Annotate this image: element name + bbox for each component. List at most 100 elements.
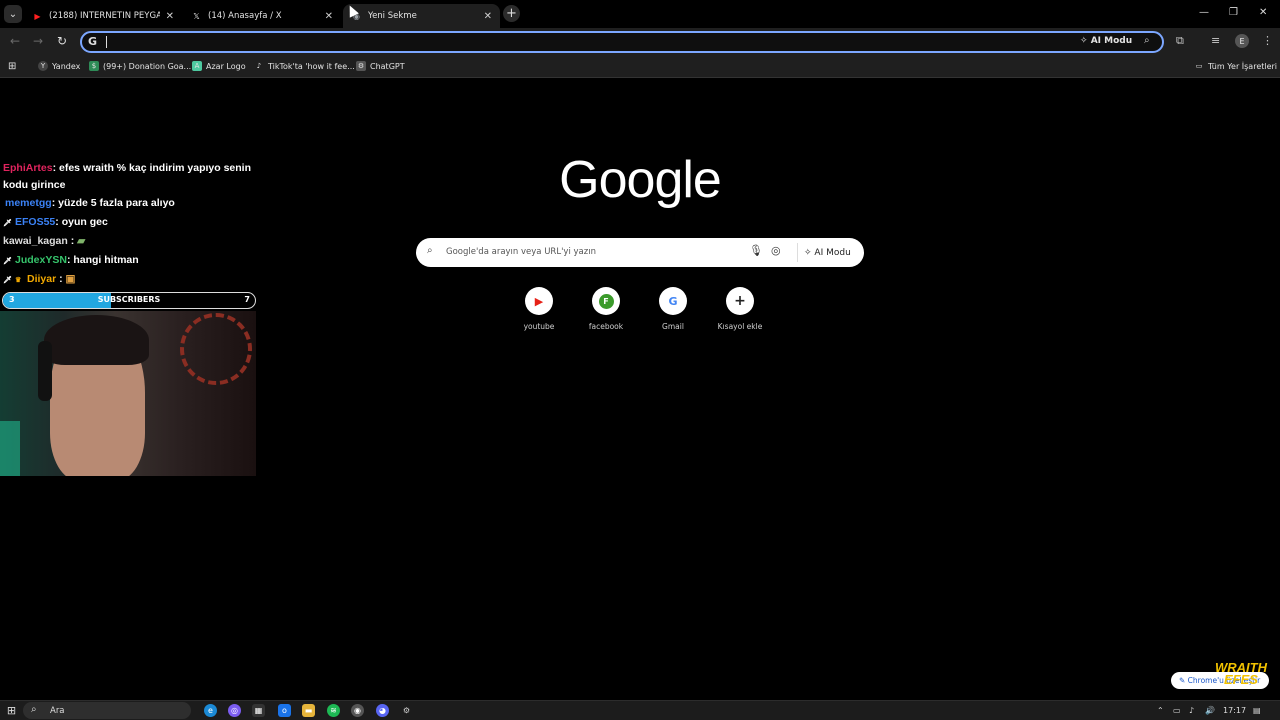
- tab-new-tab[interactable]: ◉ Yeni Sekme ✕: [343, 4, 500, 28]
- clock[interactable]: 17:17: [1223, 706, 1246, 715]
- donation-icon: $: [89, 61, 99, 71]
- spotify-icon[interactable]: ≋: [327, 704, 340, 717]
- minimize-icon[interactable]: —: [1199, 7, 1209, 18]
- text-caret: [106, 36, 107, 48]
- extensions-icon[interactable]: ⧉: [1176, 34, 1184, 48]
- apps-icon[interactable]: ⊞: [8, 61, 16, 72]
- bookmark-label: Azar Logo: [206, 61, 246, 71]
- zoom-icon[interactable]: ⌕: [1144, 35, 1150, 46]
- search-icon: ⌕: [31, 704, 37, 715]
- google-icon: G: [659, 287, 687, 315]
- network-icon[interactable]: ▭: [1173, 706, 1181, 715]
- streamer-hair: [44, 315, 149, 365]
- chat-username: JudexYSN: [15, 254, 67, 266]
- bookmark-donation[interactable]: $ (99+) Donation Goa...: [89, 61, 191, 71]
- youtube-icon: ▶: [525, 287, 553, 315]
- tab-search-button[interactable]: ⌄: [4, 5, 22, 23]
- store-icon[interactable]: ▦: [252, 704, 265, 717]
- bookmark-yandex[interactable]: Y Yandex: [38, 61, 80, 71]
- google-letter: G: [668, 294, 678, 308]
- volume-icon[interactable]: 🔊: [1205, 706, 1215, 715]
- youtube-play-glyph: ▶: [534, 294, 544, 308]
- chat-username: Diiyar: [27, 273, 57, 285]
- close-tab-icon[interactable]: ✕: [484, 11, 492, 22]
- settings-icon[interactable]: ⚙: [400, 704, 413, 717]
- facebook-letter: F: [598, 293, 614, 309]
- notifications-icon[interactable]: ▤: [1253, 706, 1261, 715]
- close-tab-icon[interactable]: ✕: [325, 11, 333, 22]
- plus-glyph: +: [734, 293, 746, 309]
- copilot-icon[interactable]: ◎: [228, 704, 241, 717]
- chat-text: kodu girince: [3, 179, 66, 191]
- shortcut-gmail[interactable]: G Gmail: [643, 287, 703, 331]
- subscriber-label: SUBSCRIBERS: [97, 295, 161, 304]
- all-bookmarks[interactable]: ▭ Tüm Yer İşaretleri: [1194, 61, 1277, 71]
- bookmarks-bar: ⊞ Y Yandex $ (99+) Donation Goa... A Azar L…: [0, 56, 1280, 78]
- new-tab-button[interactable]: +: [503, 5, 520, 22]
- close-window-icon[interactable]: ✕: [1259, 7, 1267, 18]
- ntp-search-box[interactable]: ⌕ Google'da arayın veya URL'yi yazın 🎙 ◎…: [416, 238, 864, 267]
- taskbar: ⊞ ⌕ Ara e ◎ ▦ o ▬ ≋ ◉ ◕ ⚙ ⌃ ▭ ♪ 🔊 17:17 …: [0, 700, 1280, 720]
- shortcut-facebook[interactable]: F facebook: [576, 287, 636, 331]
- address-bar[interactable]: G ✧ AI Modu ⌕: [80, 31, 1164, 53]
- forward-icon[interactable]: →: [33, 34, 43, 48]
- shortcut-youtube[interactable]: ▶ youtube: [509, 287, 569, 331]
- microphone-icon[interactable]: 🎙: [749, 244, 763, 257]
- taskbar-search[interactable]: ⌕ Ara: [23, 702, 191, 719]
- outlook-icon[interactable]: o: [278, 704, 291, 717]
- chat-text: :: [70, 235, 75, 247]
- bookmark-label: ChatGPT: [370, 61, 405, 71]
- discord-icon[interactable]: ◕: [376, 704, 389, 717]
- edge-icon[interactable]: e: [204, 704, 217, 717]
- shortcut-label: Gmail: [662, 322, 684, 331]
- reload-icon[interactable]: ↻: [57, 34, 67, 48]
- chat-message: 🗡 EFOS55: oyun gec: [3, 216, 108, 228]
- tiktok-icon: ♪: [256, 62, 262, 70]
- emote-icon: ▰: [77, 235, 86, 247]
- microphone-tray-icon[interactable]: ♪: [1189, 706, 1194, 715]
- tab-title: (14) Anasayfa / X: [208, 11, 282, 21]
- file-explorer-icon[interactable]: ▬: [302, 704, 315, 717]
- menu-icon[interactable]: ⋮: [1262, 34, 1273, 47]
- search-icon: ⌕: [427, 245, 433, 256]
- profile-avatar[interactable]: E: [1235, 34, 1249, 48]
- media-controls-icon[interactable]: ≡: [1211, 34, 1220, 47]
- ai-mode-button[interactable]: ✧ AI Modu: [1080, 36, 1132, 46]
- bookmark-label: TikTok'ta 'how it fee...: [268, 61, 355, 71]
- sword-badge-icon: 🗡: [3, 258, 12, 265]
- webcam-overlay: [0, 311, 256, 476]
- chatgpt-icon: ⚙: [356, 61, 366, 71]
- chat-message: kodu girince: [3, 179, 65, 191]
- google-logo: Google: [559, 151, 722, 209]
- chat-message: 🗡 ♛ Diiyar : ▣: [3, 273, 75, 285]
- wraith-efes-logo: WRAITH EFES: [1215, 660, 1267, 687]
- crown-badge-icon: ♛: [15, 277, 22, 284]
- tab-title: (2188) İNTERNETİN PEYGAMBE: [49, 11, 160, 21]
- bookmark-tiktok[interactable]: ♪ TikTok'ta 'how it fee...: [254, 61, 355, 71]
- bookmark-azar[interactable]: A Azar Logo: [192, 61, 246, 71]
- tab-title: Yeni Sekme: [368, 11, 417, 21]
- search-placeholder: Google'da arayın veya URL'yi yazın: [446, 247, 596, 257]
- azar-icon: A: [192, 61, 202, 71]
- facebook-icon: F: [592, 287, 620, 315]
- windows-start-icon[interactable]: ⊞: [5, 704, 18, 717]
- chat-text: : hangi hitman: [66, 254, 139, 266]
- sword-badge-icon: 🗡: [3, 220, 12, 227]
- google-g-icon: G: [88, 35, 98, 48]
- bookmark-chatgpt[interactable]: ⚙ ChatGPT: [356, 61, 405, 71]
- tab-x[interactable]: 𝕏 (14) Anasayfa / X ✕: [183, 4, 341, 28]
- chat-message: EphiArtes: efes wraith % kaç indirim yap…: [3, 162, 251, 174]
- lens-icon[interactable]: ◎: [771, 244, 781, 257]
- toolbar: ← → ↻ G ✧ AI Modu ⌕ ⧉ ≡ ⋮: [0, 28, 1280, 56]
- chrome-taskbar-icon[interactable]: ◉: [351, 704, 364, 717]
- ai-mode-label: AI Modu: [814, 247, 851, 258]
- back-icon[interactable]: ←: [10, 34, 20, 48]
- shortcut-add[interactable]: + Kısayol ekle: [710, 287, 770, 331]
- restore-icon[interactable]: ❐: [1229, 7, 1238, 18]
- neon-light: [0, 421, 20, 476]
- tab-youtube[interactable]: ▶ (2188) İNTERNETİN PEYGAMBE ✕: [24, 4, 182, 28]
- ai-mode-chip[interactable]: ✧ AI Modu: [797, 243, 857, 262]
- close-tab-icon[interactable]: ✕: [166, 11, 174, 22]
- wall-decoration: [180, 313, 252, 385]
- tray-chevron-icon[interactable]: ⌃: [1157, 706, 1164, 715]
